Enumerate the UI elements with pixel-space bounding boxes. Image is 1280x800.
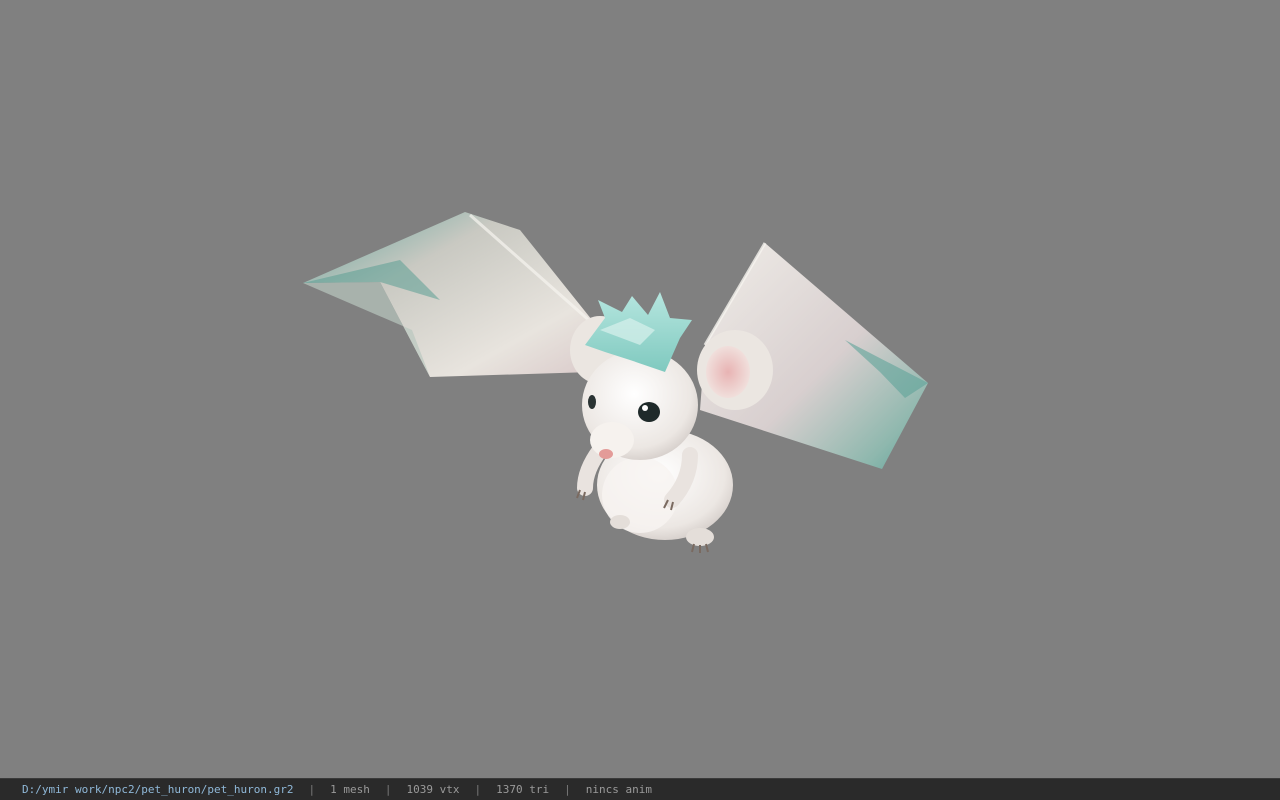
file-path: D:/ymir work/npc2/pet_huron/pet_huron.gr… — [22, 783, 294, 796]
3d-viewport[interactable] — [0, 0, 1280, 778]
separator: | — [564, 783, 571, 796]
separator: | — [474, 783, 482, 796]
left-wing — [303, 212, 601, 377]
vertex-count: 1039 vtx — [406, 783, 460, 796]
mesh-count: 1 mesh — [330, 783, 370, 796]
status-bar: D:/ymir work/npc2/pet_huron/pet_huron.gr… — [0, 778, 1280, 800]
model-render — [303, 212, 928, 553]
animation-status: nincs anim — [585, 783, 652, 796]
separator: | — [308, 783, 316, 796]
separator: | — [384, 783, 392, 796]
triangle-count: 1370 tri — [496, 783, 550, 796]
